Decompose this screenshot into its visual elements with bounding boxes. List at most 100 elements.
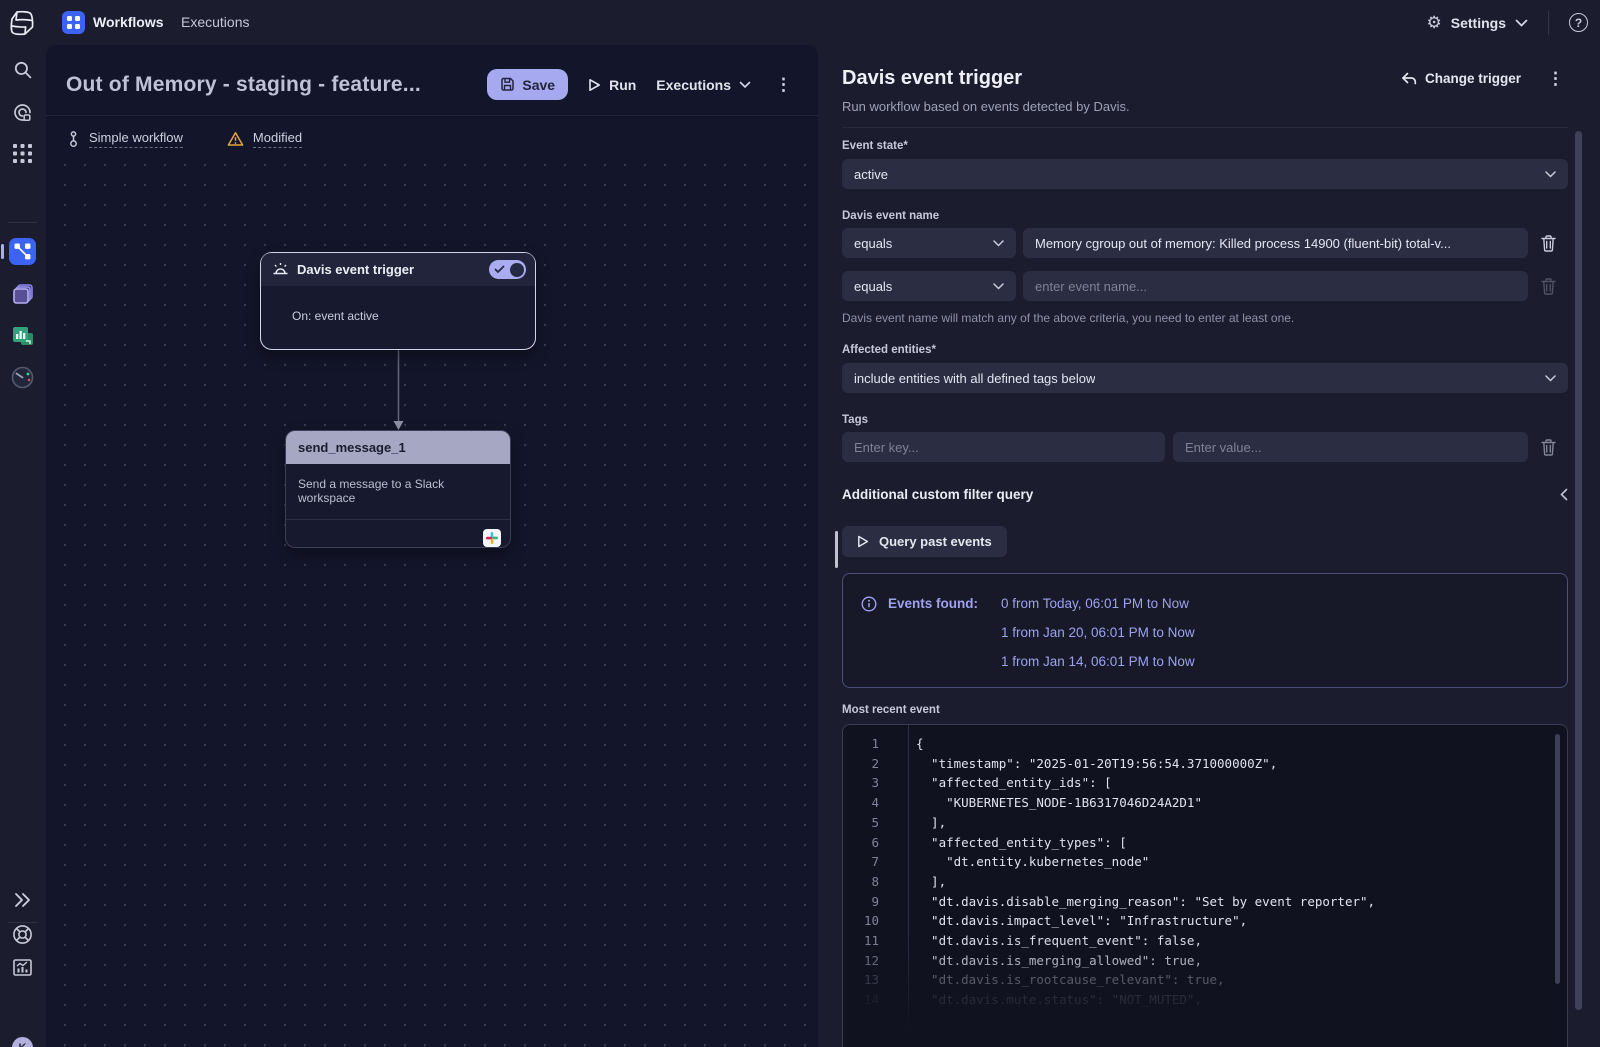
query-past-events-label: Query past events bbox=[879, 534, 992, 549]
trash-icon[interactable] bbox=[1541, 235, 1556, 252]
back-arrow-icon bbox=[1401, 72, 1417, 85]
rail-item-gauge-icon[interactable] bbox=[10, 364, 36, 390]
action-node[interactable]: send_message_1 Send a message to a Slack… bbox=[285, 430, 511, 548]
play-icon bbox=[857, 535, 869, 548]
executions-label: Executions bbox=[656, 77, 731, 93]
slack-icon bbox=[483, 529, 501, 547]
panel-divider bbox=[842, 127, 1568, 128]
code-line: 5 ], bbox=[843, 813, 1567, 833]
simple-workflow-label: Simple workflow bbox=[89, 130, 183, 148]
chevron-down-icon bbox=[993, 240, 1004, 247]
event-name-row: equals bbox=[842, 228, 1568, 258]
rail-item-clouds-icon[interactable] bbox=[10, 236, 36, 262]
change-trigger-label: Change trigger bbox=[1425, 71, 1521, 86]
trigger-node[interactable]: Davis event trigger On: event active bbox=[260, 252, 536, 350]
executions-dropdown[interactable]: Executions bbox=[656, 77, 751, 93]
user-avatar[interactable]: K bbox=[12, 1037, 33, 1047]
most-recent-event-label: Most recent event bbox=[842, 704, 1568, 716]
info-icon bbox=[861, 596, 877, 612]
left-rail: K bbox=[0, 45, 45, 1047]
custom-filter-label: Additional custom filter query bbox=[842, 487, 1033, 502]
event-name-input[interactable] bbox=[1023, 271, 1528, 301]
trigger-enabled-toggle[interactable] bbox=[489, 260, 526, 279]
change-trigger-button[interactable]: Change trigger bbox=[1401, 71, 1521, 86]
dashboards-icon[interactable] bbox=[10, 954, 36, 980]
workflows-app-icon[interactable] bbox=[62, 11, 85, 34]
event-name-row: equals bbox=[842, 271, 1568, 301]
event-state-select[interactable]: active bbox=[842, 159, 1568, 189]
panel-scrollbar[interactable] bbox=[1575, 131, 1582, 1010]
edge-connector bbox=[392, 350, 405, 432]
chevron-down-icon bbox=[1545, 375, 1556, 382]
run-button[interactable]: Run bbox=[588, 77, 636, 93]
modified-badge[interactable]: Modified bbox=[227, 130, 302, 148]
affected-entities-select[interactable]: include entities with all defined tags b… bbox=[842, 363, 1568, 393]
workflow-title[interactable]: Out of Memory - staging - feature... bbox=[66, 73, 421, 97]
code-line: 11 "dt.davis.is_frequent_event": false, bbox=[843, 931, 1567, 951]
davis-event-icon bbox=[272, 262, 289, 277]
code-line: 13 "dt.davis.is_rootcause_relevant": tru… bbox=[843, 970, 1567, 990]
code-line: 10 "dt.davis.impact_level": "Infrastruct… bbox=[843, 911, 1567, 931]
more-options-icon[interactable]: ⋮ bbox=[771, 75, 796, 95]
trash-icon[interactable] bbox=[1541, 439, 1556, 456]
events-found-results: 0 from Today, 06:01 PM to Now1 from Jan … bbox=[1001, 589, 1195, 676]
code-line: 9 "dt.davis.disable_merging_reason": "Se… bbox=[843, 892, 1567, 912]
panel-more-options-icon[interactable]: ⋮ bbox=[1543, 69, 1568, 89]
event-name-operator-select[interactable]: equals bbox=[842, 228, 1016, 258]
topbar-tab-workflows[interactable]: Workflows bbox=[93, 14, 164, 30]
expand-rail-icon[interactable] bbox=[10, 887, 36, 913]
affected-entities-value: include entities with all defined tags b… bbox=[854, 371, 1095, 386]
copilot-icon[interactable] bbox=[10, 99, 36, 125]
chevron-left-icon[interactable] bbox=[1560, 488, 1568, 501]
operator-value: equals bbox=[854, 236, 892, 251]
events-found-result: 1 from Jan 20, 06:01 PM to Now bbox=[1001, 618, 1195, 647]
help-icon[interactable]: ? bbox=[1569, 13, 1588, 32]
play-icon bbox=[588, 78, 601, 92]
most-recent-event-editor[interactable]: 1{2 "timestamp": "2025-01-20T19:56:54.37… bbox=[842, 724, 1568, 1047]
run-label: Run bbox=[609, 77, 636, 93]
code-line: 12 "dt.davis.is_merging_allowed": true, bbox=[843, 951, 1567, 971]
active-indicator bbox=[1, 244, 4, 259]
custom-filter-section[interactable]: Additional custom filter query bbox=[842, 487, 1568, 502]
simple-workflow-badge[interactable]: Simple workflow bbox=[67, 130, 183, 148]
code-line: 6 "affected_entity_types": [ bbox=[843, 833, 1567, 853]
trigger-node-title: Davis event trigger bbox=[297, 262, 414, 277]
support-lifebuoy-icon[interactable] bbox=[10, 921, 36, 947]
rail-item-hub-icon[interactable] bbox=[10, 281, 36, 307]
tag-key-input[interactable] bbox=[842, 432, 1165, 462]
event-state-value: active bbox=[854, 167, 888, 182]
events-found-label: Events found: bbox=[888, 589, 978, 676]
query-past-events-button[interactable]: Query past events bbox=[842, 526, 1007, 557]
workflow-canvas[interactable]: Out of Memory - staging - feature... Sav… bbox=[46, 45, 818, 1047]
affected-entities-label: Affected entities* bbox=[842, 344, 1568, 356]
chevron-down-icon bbox=[1515, 19, 1528, 27]
gear-icon: ⚙ bbox=[1427, 14, 1442, 31]
save-label: Save bbox=[522, 77, 555, 93]
event-state-label: Event state* bbox=[842, 140, 1568, 152]
events-found-result: 0 from Today, 06:01 PM to Now bbox=[1001, 589, 1195, 618]
event-name-input[interactable] bbox=[1023, 228, 1528, 258]
code-line: 4 "KUBERNETES_NODE-1B6317046D24A2D1" bbox=[843, 793, 1567, 813]
davis-event-name-label: Davis event name bbox=[842, 210, 1568, 222]
rail-item-analytics-icon[interactable] bbox=[10, 323, 36, 349]
settings-menu[interactable]: ⚙ Settings bbox=[1427, 14, 1528, 31]
topbar-divider bbox=[1548, 11, 1549, 35]
code-line: 1{ bbox=[843, 734, 1567, 754]
apps-grid-icon[interactable] bbox=[10, 140, 36, 166]
tags-label: Tags bbox=[842, 414, 1568, 426]
events-found-infobox: Events found: 0 from Today, 06:01 PM to … bbox=[842, 573, 1568, 688]
event-name-helper: Davis event name will match any of the a… bbox=[842, 311, 1568, 325]
code-scrollbar[interactable] bbox=[1555, 734, 1560, 984]
panel-resize-handle[interactable] bbox=[835, 531, 838, 568]
code-line: 8 ], bbox=[843, 872, 1567, 892]
search-icon[interactable] bbox=[10, 57, 36, 83]
trash-icon-disabled bbox=[1541, 278, 1556, 295]
panel-title: Davis event trigger bbox=[842, 67, 1022, 90]
app-root: Workflows Executions ⚙ Settings ? bbox=[0, 0, 1600, 1047]
tag-value-input[interactable] bbox=[1173, 432, 1528, 462]
action-node-title: send_message_1 bbox=[298, 440, 406, 455]
save-button[interactable]: Save bbox=[487, 69, 568, 100]
topbar-tab-executions[interactable]: Executions bbox=[181, 14, 249, 30]
dynatrace-logo-icon[interactable] bbox=[9, 10, 35, 36]
event-name-operator-select[interactable]: equals bbox=[842, 271, 1016, 301]
